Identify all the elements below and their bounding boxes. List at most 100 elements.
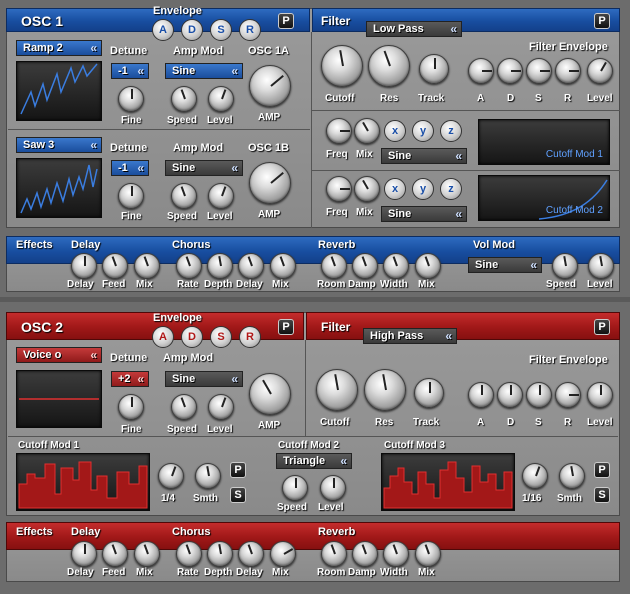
filter2-env-s-knob[interactable] <box>526 382 552 408</box>
filter1-env-level-knob[interactable] <box>587 58 613 84</box>
fx1-feed-knob[interactable] <box>102 253 128 279</box>
osc2-detune-dropdown[interactable]: +2 « <box>111 371 149 387</box>
osc2-fine-knob[interactable] <box>118 394 144 420</box>
filter-type-dropdown[interactable]: Low Pass « <box>366 21 462 37</box>
fx2-reverb-mix-knob[interactable] <box>415 541 441 567</box>
fx2-chorus-mix-knob[interactable] <box>270 541 296 567</box>
osc1b-speed-knob[interactable] <box>171 183 197 209</box>
cm2-level-knob[interactable] <box>320 475 346 501</box>
env-s-button[interactable]: S <box>210 19 232 41</box>
mod2-mix-knob[interactable] <box>354 176 380 202</box>
filter2-track-knob[interactable] <box>414 378 444 408</box>
fx2-chorus-delay-knob[interactable] <box>238 541 264 567</box>
osc1-p-button[interactable]: P <box>278 13 294 29</box>
filter2-cutoff-knob[interactable] <box>316 369 358 411</box>
mod2-y-button[interactable]: y <box>412 178 434 200</box>
cm3-s-button[interactable]: S <box>594 487 610 503</box>
filter2-env-r-knob[interactable] <box>555 382 581 408</box>
env2-d-button[interactable]: D <box>181 326 203 348</box>
osc1b-wave-dropdown[interactable]: Saw 3 « <box>16 137 102 153</box>
filter1-env-a-knob[interactable] <box>468 58 494 84</box>
fx2-delay-knob[interactable] <box>71 541 97 567</box>
cm3-p-button[interactable]: P <box>594 462 610 478</box>
osc1a-level-knob[interactable] <box>208 86 234 112</box>
fx2-depth-knob[interactable] <box>207 541 233 567</box>
mod2-shape-dropdown[interactable]: Sine « <box>381 206 467 222</box>
osc2-amp-knob[interactable] <box>249 373 291 415</box>
mod1-z-button[interactable]: z <box>440 120 462 142</box>
fx1-mix-knob[interactable] <box>134 253 160 279</box>
filter2-type-dropdown[interactable]: High Pass « <box>363 328 457 344</box>
osc1a-speed-knob[interactable] <box>171 86 197 112</box>
osc2-ampmod-dropdown[interactable]: Sine « <box>165 371 243 387</box>
divider <box>8 129 310 130</box>
osc1a-detune-dropdown[interactable]: -1 « <box>111 63 149 79</box>
env2-a-button[interactable]: A <box>152 326 174 348</box>
env2-r-button[interactable]: R <box>239 326 261 348</box>
mod1-freq-knob[interactable] <box>326 118 352 144</box>
filter1-res-knob[interactable] <box>368 45 410 87</box>
fx1-chorus-mix-knob[interactable] <box>270 253 296 279</box>
osc1a-ampmod-dropdown[interactable]: Sine « <box>165 63 243 79</box>
filter2-env-a-knob[interactable] <box>468 382 494 408</box>
fx2-room-knob[interactable] <box>321 541 347 567</box>
filter1-track-knob[interactable] <box>419 54 449 84</box>
fx2-rate-knob[interactable] <box>176 541 202 567</box>
mod2-x-button[interactable]: x <box>384 178 406 200</box>
fx1-reverb-mix-knob[interactable] <box>415 253 441 279</box>
fx1-depth-knob[interactable] <box>207 253 233 279</box>
osc2-wave-dropdown[interactable]: Voice o « <box>16 347 102 363</box>
osc1b-level-knob[interactable] <box>208 183 234 209</box>
mod1-mix-knob[interactable] <box>354 118 380 144</box>
osc2-speed-knob[interactable] <box>171 394 197 420</box>
fx1-rate-knob[interactable] <box>176 253 202 279</box>
osc2-level-knob[interactable] <box>208 394 234 420</box>
mod2-z-button[interactable]: z <box>440 178 462 200</box>
fx2-mix-knob[interactable] <box>134 541 160 567</box>
cm1-rate-knob[interactable] <box>158 463 184 489</box>
fx1-volmod-speed-knob[interactable] <box>552 253 578 279</box>
cm1-p-button[interactable]: P <box>230 462 246 478</box>
fx2-feed-knob[interactable] <box>102 541 128 567</box>
cm3-rate-knob[interactable] <box>522 463 548 489</box>
fx1-chorus-delay-knob[interactable] <box>238 253 264 279</box>
env-r-button[interactable]: R <box>239 19 261 41</box>
cm2-shape-dropdown[interactable]: Triangle « <box>276 453 352 469</box>
filter1-cutoff-knob[interactable] <box>321 45 363 87</box>
cm1-s-button[interactable]: S <box>230 487 246 503</box>
filter1-env-d-knob[interactable] <box>497 58 523 84</box>
fx1-room-knob[interactable] <box>321 253 347 279</box>
mod1-x-button[interactable]: x <box>384 120 406 142</box>
osc1b-amp-knob[interactable] <box>249 162 291 204</box>
osc1a-wave-dropdown[interactable]: Ramp 2 « <box>16 40 102 56</box>
mod2-freq-knob[interactable] <box>326 176 352 202</box>
filter2-env-d-knob[interactable] <box>497 382 523 408</box>
mod1-y-button[interactable]: y <box>412 120 434 142</box>
filter1-env-s-knob[interactable] <box>526 58 552 84</box>
fx1-damp-knob[interactable] <box>352 253 378 279</box>
mod1-shape-dropdown[interactable]: Sine « <box>381 148 467 164</box>
fx2-width-knob[interactable] <box>383 541 409 567</box>
filter1-p-button[interactable]: P <box>594 13 610 29</box>
fx1-volmod-level-knob[interactable] <box>588 253 614 279</box>
fx1-width-knob[interactable] <box>383 253 409 279</box>
env-d-button[interactable]: D <box>181 19 203 41</box>
filter1-env-r-knob[interactable] <box>555 58 581 84</box>
cm3-smth-knob[interactable] <box>559 463 585 489</box>
cm2-speed-knob[interactable] <box>282 475 308 501</box>
env-a-button[interactable]: A <box>152 19 174 41</box>
filter2-env-level-knob[interactable] <box>587 382 613 408</box>
osc1b-fine-knob[interactable] <box>118 183 144 209</box>
cm1-smth-knob[interactable] <box>195 463 221 489</box>
env2-s-button[interactable]: S <box>210 326 232 348</box>
filter2-res-knob[interactable] <box>364 369 406 411</box>
osc1b-detune-dropdown[interactable]: -1 « <box>111 160 149 176</box>
fx2-damp-knob[interactable] <box>352 541 378 567</box>
osc1a-fine-knob[interactable] <box>118 86 144 112</box>
osc1a-amp-knob[interactable] <box>249 65 291 107</box>
osc1b-ampmod-dropdown[interactable]: Sine « <box>165 160 243 176</box>
fx1-delay-knob[interactable] <box>71 253 97 279</box>
volmod-shape-dropdown[interactable]: Sine « <box>468 257 542 273</box>
filter2-p-button[interactable]: P <box>594 319 610 335</box>
osc2-p-button[interactable]: P <box>278 319 294 335</box>
